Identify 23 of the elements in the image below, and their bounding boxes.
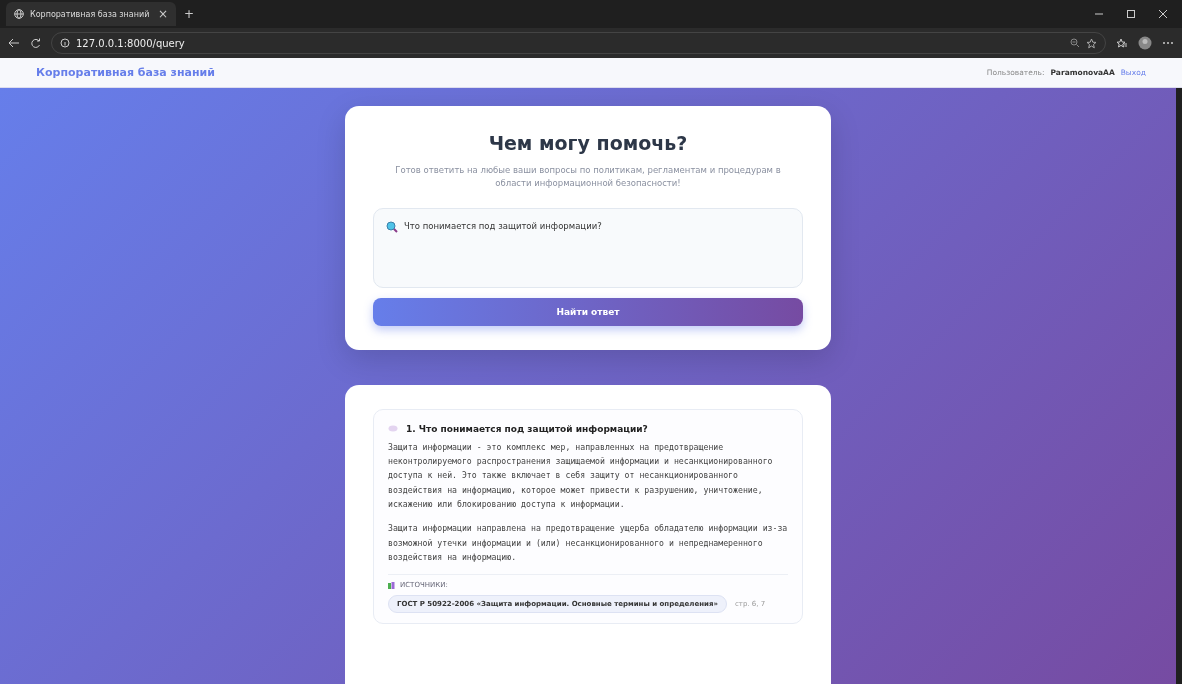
back-arrow-icon[interactable] [8, 38, 20, 48]
close-icon[interactable] [1158, 9, 1168, 19]
question-field[interactable]: Что понимается под защитой информации? [373, 207, 803, 288]
search-icon [386, 220, 398, 233]
maximize-icon[interactable] [1126, 9, 1136, 19]
globe-icon [14, 9, 24, 19]
more-menu-icon[interactable] [1162, 41, 1174, 45]
find-answer-button[interactable]: Найти ответ [373, 297, 803, 326]
reload-icon[interactable] [30, 37, 41, 49]
new-tab-button[interactable]: + [184, 7, 195, 21]
answer-paragraph: Защита информации направлена на предотвращение ущерба обладателю информации из-за возможной утечки информации и (или) несанкционированного и непреднамеренного воздействия на информацию. [388, 522, 788, 564]
star-icon[interactable] [1086, 37, 1097, 49]
answer-paragraph: Защита информации - это комплекс мер, направленных на предотвращение неконтролируемого распространения защищаемой информации и несанкционированного доступа к ней. Это также включает в себя защиту от несанкционированного воздействия на информацию, которое может привести к разрушению, уничтожение, искажению или блокированию доступа к информации. [388, 440, 774, 511]
tab-title: Корпоративная база знаний [30, 9, 151, 19]
books-icon [388, 581, 396, 589]
info-icon [60, 38, 70, 48]
tab-close-button[interactable]: × [157, 7, 168, 21]
zoom-icon[interactable] [1070, 38, 1080, 48]
avatar-icon[interactable] [1138, 36, 1152, 50]
card-subtitle: Готов ответить на любые ваши вопросы по политикам, регламентам и процедурам в области информационной безопасности! [394, 164, 782, 190]
answer-title: 1. Что понимается под защитой информации? [406, 423, 648, 434]
browser-tab[interactable]: Корпоративная база знаний × [6, 2, 176, 26]
card-title: Чем могу помочь? [488, 132, 688, 154]
